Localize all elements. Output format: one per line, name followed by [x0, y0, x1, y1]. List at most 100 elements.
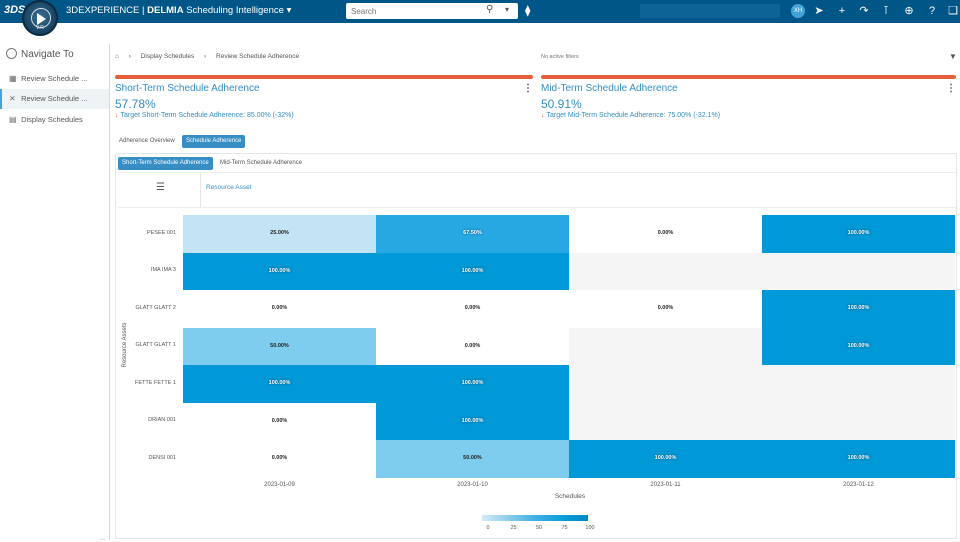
kpi-value: 50.91%: [541, 97, 582, 111]
more-options-icon[interactable]: ⋮: [946, 83, 956, 94]
heatmap-cell[interactable]: [569, 402, 762, 441]
app-name: Scheduling Intelligence: [186, 5, 284, 16]
kpi-status-bar: [115, 75, 533, 79]
top-bar: 3DS V.R 3DEXPERIENCE | DELMIA Scheduling…: [0, 0, 960, 36]
heatmap-cell[interactable]: 100.00%: [376, 402, 569, 441]
heatmap-cell[interactable]: [762, 252, 955, 291]
search-icon[interactable]: ⚲: [486, 4, 493, 15]
heatmap-cell[interactable]: 67.50%: [376, 215, 569, 253]
color-legend-bar: [482, 515, 588, 521]
resource-asset-header[interactable]: Resource Asset: [206, 184, 252, 191]
kpi-card-mid-term: Mid-Term Schedule Adherence ⋮ 50.91% ↓ Ta…: [541, 75, 956, 125]
sidebar: Navigate To ▦ Review Schedule ... ⨯ Revi…: [0, 44, 110, 542]
add-icon[interactable]: +: [835, 4, 849, 18]
x-tick-label: 2023-01-11: [650, 482, 681, 488]
fullscreen-icon[interactable]: ❑: [946, 4, 960, 18]
heatmap-cell[interactable]: [569, 252, 762, 291]
heatmap-cell[interactable]: 0.00%: [183, 402, 376, 441]
search-input[interactable]: [351, 5, 471, 17]
x-tick-label: 2023-01-12: [843, 482, 874, 488]
more-options-icon[interactable]: ⋮: [523, 83, 533, 94]
home-icon[interactable]: ⌂: [115, 53, 119, 60]
heatmap-cell[interactable]: 0.00%: [183, 290, 376, 328]
search-box[interactable]: ⚲ ▾: [346, 3, 518, 19]
sidebar-item-review-schedule-1[interactable]: ▦ Review Schedule ...: [0, 69, 109, 89]
heatmap-cell[interactable]: 100.00%: [762, 215, 955, 253]
heatmap-cell[interactable]: 100.00%: [569, 440, 762, 478]
sidebar-item-review-schedule-2[interactable]: ⨯ Review Schedule ...: [0, 89, 109, 109]
row-label: GLATT GLATT 2: [135, 304, 176, 311]
heatmap-cell[interactable]: 100.00%: [762, 290, 955, 328]
heatmap-cell[interactable]: 50.00%: [183, 327, 376, 366]
sidebar-bottom-mark: ...: [100, 536, 106, 542]
arrow-down-icon: ↓: [115, 112, 119, 119]
play-icon: [37, 13, 46, 25]
kpi-target-text: Target Short-Term Schedule Adherence: 85…: [120, 112, 294, 119]
help-icon[interactable]: ?: [925, 4, 939, 18]
heatmap-cell[interactable]: 25.00%: [183, 215, 376, 253]
shuffle-icon: ⨯: [9, 94, 16, 103]
compass-button[interactable]: V.R: [22, 0, 58, 36]
platform-name: 3DEXPERIENCE: [66, 5, 140, 16]
heatmap-cell[interactable]: 100.00%: [762, 440, 955, 478]
menu-icon[interactable]: ☰: [156, 182, 165, 193]
search-options-chevron-icon[interactable]: ▾: [505, 5, 509, 14]
filters-status: No active filters: [541, 54, 579, 60]
subtab-short-term[interactable]: Short-Term Schedule Adherence: [118, 157, 213, 170]
tab-adherence-overview[interactable]: Adherence Overview: [115, 135, 179, 148]
heatmap-cell[interactable]: 0.00%: [376, 290, 569, 328]
heatmap-cell[interactable]: 100.00%: [762, 327, 955, 366]
kpi-target-text: Target Mid-Term Schedule Adherence: 75.0…: [546, 112, 721, 119]
breadcrumb-item[interactable]: Display Schedules: [141, 53, 194, 60]
heatmap-cell[interactable]: 0.00%: [569, 215, 762, 253]
heatmap-cell[interactable]: [569, 327, 762, 366]
kpi-title: Short-Term Schedule Adherence: [115, 83, 260, 94]
breadcrumb-item: Review Schedule Adherence: [216, 53, 300, 60]
heatmap-cell[interactable]: [762, 365, 955, 403]
x-tick-label: 2023-01-09: [264, 482, 295, 488]
row-label: GLATT GLATT 1: [135, 342, 176, 349]
heatmap-cell[interactable]: 50.00%: [376, 440, 569, 478]
filter-icon[interactable]: ▼: [949, 52, 957, 61]
legend-tick-label: 50: [535, 525, 543, 531]
heatmap-cell[interactable]: 100.00%: [376, 252, 569, 291]
breadcrumb: ⌂ › Display Schedules › Review Schedule …: [115, 53, 307, 60]
kpi-title: Mid-Term Schedule Adherence: [541, 83, 678, 94]
legend-tick-label: 0: [486, 525, 490, 531]
tag-icon[interactable]: ⧫: [525, 4, 530, 17]
heatmap-cell[interactable]: 100.00%: [183, 365, 376, 403]
brand-name: DELMIA: [147, 5, 184, 16]
legend-tick-label: 100: [585, 525, 595, 531]
sidebar-item-display-schedules[interactable]: ▤ Display Schedules: [0, 110, 109, 130]
compass-flag-icon[interactable]: ➤: [812, 4, 826, 18]
legend-tick-label: 25: [510, 525, 517, 531]
user-info-block: [640, 4, 780, 18]
sidebar-item-label: Review Schedule ...: [21, 74, 88, 83]
heatmap-cell[interactable]: 0.00%: [183, 440, 376, 478]
divider: [118, 172, 956, 173]
compass-label: V.R: [36, 25, 44, 31]
subtab-mid-term[interactable]: Mid-Term Schedule Adherence: [216, 157, 306, 170]
kpi-target: ↓ Target Mid-Term Schedule Adherence: 75.…: [541, 112, 720, 119]
breadcrumb-separator-icon: ›: [204, 53, 207, 60]
navigate-icon: [6, 48, 17, 59]
heatmap-cell[interactable]: [569, 365, 762, 403]
heatmap-cell[interactable]: 100.00%: [183, 252, 376, 291]
heatmap-cell[interactable]: 0.00%: [376, 327, 569, 366]
share-icon[interactable]: ↷: [857, 4, 871, 18]
avatar[interactable]: XH: [791, 4, 805, 18]
legend-tick-label: 75: [561, 525, 568, 531]
collaborate-icon[interactable]: ⊺: [879, 4, 893, 18]
divider: [118, 207, 956, 208]
tab-schedule-adherence[interactable]: Schedule Adherence: [182, 135, 246, 148]
sidebar-item-label: Display Schedules: [21, 115, 83, 124]
row-label: DENSI 001: [148, 454, 176, 461]
tools-icon[interactable]: ⊕: [902, 4, 916, 18]
kpi-target: ↓ Target Short-Term Schedule Adherence: 8…: [115, 112, 294, 119]
kpi-value: 57.78%: [115, 97, 156, 111]
heatmap-cell[interactable]: 0.00%: [569, 290, 762, 328]
app-title[interactable]: 3DEXPERIENCE | DELMIA Scheduling Intelli…: [66, 5, 291, 16]
row-label: IMA IMA 3: [150, 267, 176, 274]
heatmap-cell[interactable]: [762, 402, 955, 441]
heatmap-cell[interactable]: 100.00%: [376, 365, 569, 403]
